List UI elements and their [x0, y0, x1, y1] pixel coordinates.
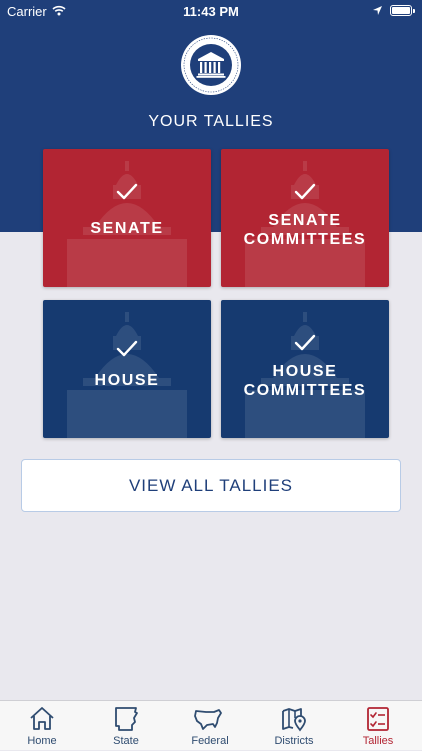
checkmark-icon [43, 340, 211, 363]
state-outline-icon [115, 707, 138, 731]
page-title: YOUR TALLIES [148, 113, 274, 130]
capitol-dome-icon [67, 161, 187, 287]
tab-state[interactable]: State [84, 701, 168, 751]
tab-bar: Home State Federal Districts Tallies [0, 700, 422, 750]
tab-label: Home [27, 735, 57, 747]
tile-senate[interactable]: SENATE [43, 149, 211, 287]
tile-house-committees[interactable]: HOUSE COMMITTEES [221, 300, 389, 438]
map-pin-icon [282, 708, 306, 732]
checkmark-icon [43, 183, 211, 206]
tile-label-line1: HOUSE [94, 372, 160, 389]
tab-label: State [113, 735, 139, 747]
tile-label: SENATE COMMITTEES [221, 211, 389, 249]
tile-label: SENATE [43, 219, 211, 238]
tile-label: HOUSE [43, 371, 211, 390]
battery-tip [413, 9, 415, 13]
battery-icon [390, 5, 412, 16]
tab-label: Tallies [362, 735, 394, 747]
tile-label-line1: SENATE [268, 212, 342, 229]
checklist-icon [367, 707, 389, 731]
capitol-dome-icon [67, 312, 187, 438]
tab-federal[interactable]: Federal [168, 701, 252, 751]
location-arrow-icon [372, 4, 383, 19]
tile-label: HOUSE COMMITTEES [221, 362, 389, 400]
tab-home[interactable]: Home [0, 701, 84, 751]
tile-label-line2: COMMITTEES [243, 231, 367, 248]
tab-tallies[interactable]: Tallies [336, 701, 420, 751]
tile-label-line1: HOUSE [272, 363, 338, 380]
tab-label: Districts [274, 735, 314, 747]
league-seal-logo [180, 34, 242, 96]
checkmark-icon [221, 183, 389, 206]
tile-house[interactable]: HOUSE [43, 300, 211, 438]
status-bar: Carrier 11:43 PM [0, 0, 422, 22]
tile-label-line1: SENATE [90, 220, 164, 237]
us-map-icon [194, 709, 222, 730]
home-icon [30, 707, 54, 730]
tile-senate-committees[interactable]: SENATE COMMITTEES [221, 149, 389, 287]
checkmark-icon [221, 334, 389, 357]
tile-label-line2: COMMITTEES [243, 382, 367, 399]
status-time: 11:43 PM [183, 4, 239, 19]
tab-label: Federal [191, 735, 229, 747]
view-all-tallies-button[interactable]: VIEW ALL TALLIES [21, 459, 401, 512]
tab-districts[interactable]: Districts [252, 701, 336, 751]
